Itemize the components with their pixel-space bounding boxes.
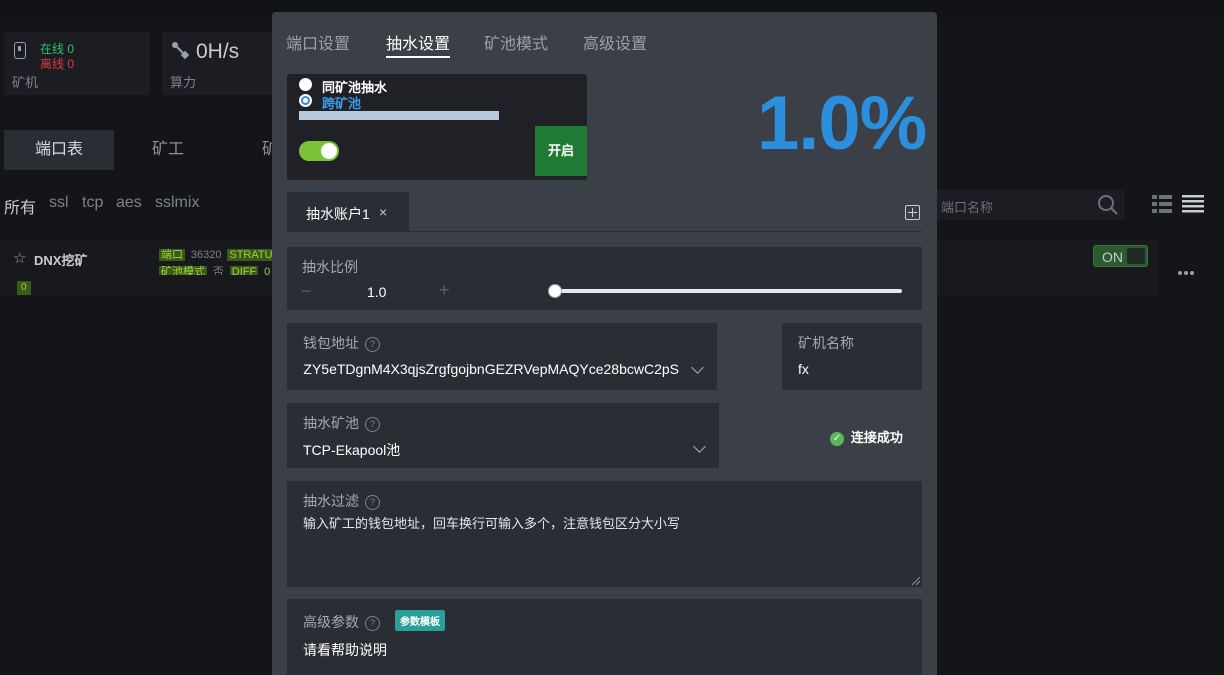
ratio-panel: 抽水比例 − 1.0 + <box>287 247 922 310</box>
ratio-value[interactable]: 1.0 <box>367 284 386 300</box>
param-template-button[interactable]: 参数模板 <box>395 610 445 631</box>
port-value: 36320 <box>190 249 222 261</box>
search-placeholder: 端口名称 <box>941 200 994 215</box>
tabs-divider <box>287 231 922 232</box>
filter-ssl[interactable]: ssl <box>49 194 69 212</box>
advanced-value: 请看帮助说明 <box>303 642 387 658</box>
chevron-down-icon[interactable] <box>691 361 704 374</box>
hashrate-label: 算力 <box>170 75 197 90</box>
add-account-icon[interactable] <box>905 205 920 220</box>
ratio-slider-handle[interactable] <box>548 284 562 298</box>
miner-name-label: 矿机名称 <box>798 335 854 351</box>
diff-tag: DIFF <box>229 266 259 275</box>
port-on-toggle[interactable]: ON <box>1093 245 1148 267</box>
advanced-label: 高级参数? <box>303 612 380 632</box>
help-icon[interactable]: ? <box>365 337 380 352</box>
advanced-params-field[interactable]: 高级参数? 参数模板 请看帮助说明 <box>287 599 922 675</box>
miner-icon <box>14 42 26 59</box>
offline-count: 离线 0 <box>40 57 75 71</box>
pool-mode-tag: 矿池模式 <box>159 266 207 275</box>
tab-miners[interactable]: 矿工 <box>152 130 184 170</box>
search-input[interactable]: 端口名称 <box>932 190 1125 220</box>
radio-cross-pool-label[interactable]: 跨矿池 <box>322 93 361 112</box>
star-icon[interactable]: ☆ <box>13 249 26 267</box>
tab-port-settings[interactable]: 端口设置 <box>286 30 350 54</box>
toggle-label: ON <box>1102 249 1123 265</box>
active-tab-underline <box>386 56 450 58</box>
tab-port-table[interactable]: 端口表 <box>4 130 114 170</box>
close-icon[interactable]: × <box>379 204 387 220</box>
mode-indicator-bar <box>299 111 499 120</box>
check-circle-icon: ✓ <box>830 432 844 446</box>
ratio-minus-button[interactable]: − <box>301 281 312 302</box>
stratum-tag: STRATU <box>227 249 272 261</box>
help-icon[interactable]: ? <box>365 417 380 432</box>
mode-box: 同矿池抽水 跨矿池 开启 <box>287 74 587 180</box>
commission-percentage: 1.0% <box>757 81 927 166</box>
account-tab-label: 抽水账户1 <box>306 206 370 222</box>
radio-same-pool[interactable] <box>299 78 312 91</box>
tab-advanced-settings[interactable]: 高级设置 <box>583 30 647 54</box>
filter-textarea[interactable]: 抽水过滤? 输入矿工的钱包地址，回车换行可输入多个，注意钱包区分大小写 <box>287 481 922 587</box>
grid-view-icon[interactable] <box>1152 195 1172 213</box>
hashrate-stat-card: 0H/s 算力 <box>162 32 274 95</box>
account-tab[interactable]: 抽水账户1 × <box>287 192 409 232</box>
resize-handle-icon[interactable] <box>912 577 920 585</box>
diff-value: 0 <box>264 266 271 275</box>
connection-status: ✓ 连接成功 <box>830 427 903 446</box>
more-options-icon[interactable] <box>1178 262 1196 278</box>
ratio-label: 抽水比例 <box>302 259 358 275</box>
filter-sslmix[interactable]: sslmix <box>155 194 199 212</box>
search-icon[interactable] <box>1097 194 1119 216</box>
list-view-icon[interactable] <box>1182 195 1204 213</box>
miners-stat-card: 在线 0 离线 0 矿机 <box>4 32 150 95</box>
pool-select[interactable]: 抽水矿池? TCP-Ekapool池 <box>287 403 719 468</box>
hashrate-value: 0H/s <box>196 40 240 63</box>
miner-name-value: fx <box>798 361 809 377</box>
filter-tcp[interactable]: tcp <box>82 194 103 212</box>
wallet-field[interactable]: 钱包地址? iZY5eTDgnM4X3qjsZrgfgojbnGEZRVepMA… <box>287 323 717 390</box>
help-icon[interactable]: ? <box>365 495 380 510</box>
tab-pool-mode[interactable]: 矿池模式 <box>484 30 548 54</box>
miner-name-field[interactable]: 矿机名称 fx <box>782 323 922 390</box>
miners-label: 矿机 <box>12 75 39 90</box>
ratio-plus-button[interactable]: + <box>439 280 450 301</box>
radio-cross-pool[interactable] <box>299 94 312 107</box>
ratio-slider-track[interactable] <box>555 289 902 293</box>
port-tag: 端口 <box>159 249 185 261</box>
enable-button[interactable]: 开启 <box>535 126 587 176</box>
chevron-down-icon[interactable] <box>693 440 706 453</box>
filter-all[interactable]: 所有 <box>4 194 36 218</box>
wallet-value: iZY5eTDgnM4X3qjsZrgfgojbnGEZRVepMAQYce28… <box>303 361 679 377</box>
pool-mode-value: 否 <box>212 266 224 275</box>
shovel-icon <box>172 42 190 60</box>
wallet-label: 钱包地址? <box>303 333 380 353</box>
help-icon[interactable]: ? <box>365 616 380 631</box>
pool-label: 抽水矿池? <box>303 413 380 433</box>
filter-label: 抽水过滤? <box>303 491 380 511</box>
settings-modal: 端口设置 抽水设置 矿池模式 高级设置 同矿池抽水 跨矿池 开启 1.0% 抽水… <box>272 12 937 675</box>
tab-commission-settings[interactable]: 抽水设置 <box>386 30 450 54</box>
row-name: DNX挖矿 <box>34 253 88 268</box>
enable-toggle[interactable] <box>299 141 339 161</box>
pool-value: TCP-Ekapool池 <box>303 442 401 458</box>
row-tags: 端口 36320 STRATU 矿池模式 否 DIFF 0 <box>159 245 272 275</box>
connection-status-text: 连接成功 <box>850 430 903 445</box>
filter-placeholder: 输入矿工的钱包地址，回车换行可输入多个，注意钱包区分大小写 <box>303 516 681 531</box>
row-count-badge: 0 <box>17 281 31 295</box>
filter-aes[interactable]: aes <box>116 194 142 212</box>
